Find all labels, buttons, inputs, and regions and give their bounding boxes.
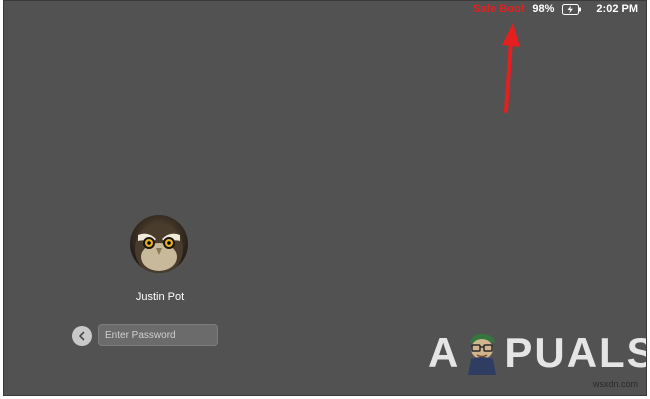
battery-charging-icon[interactable] (562, 3, 582, 15)
menu-bar: Safe Boot 98% 2:02 PM (473, 1, 646, 17)
appuals-watermark: A PUALS (428, 329, 647, 377)
back-button[interactable] (72, 326, 92, 346)
red-arrow-icon (502, 23, 520, 113)
password-input[interactable] (98, 324, 218, 346)
user-name: Justin Pot (135, 291, 185, 303)
watermark-letter-a: A (428, 329, 461, 376)
clock[interactable]: 2:02 PM (596, 3, 638, 15)
chevron-left-icon (79, 331, 85, 341)
login-screen: Safe Boot 98% 2:02 PM Justin Pot A PUALS… (3, 0, 647, 396)
source-credit: wsxdn.com (592, 379, 638, 389)
safe-boot-label: Safe Boot (473, 3, 525, 15)
owl-avatar (130, 215, 188, 273)
battery-percent: 98% (532, 3, 555, 15)
appuals-mascot (468, 333, 497, 375)
watermark-text: PUALS (504, 329, 647, 376)
